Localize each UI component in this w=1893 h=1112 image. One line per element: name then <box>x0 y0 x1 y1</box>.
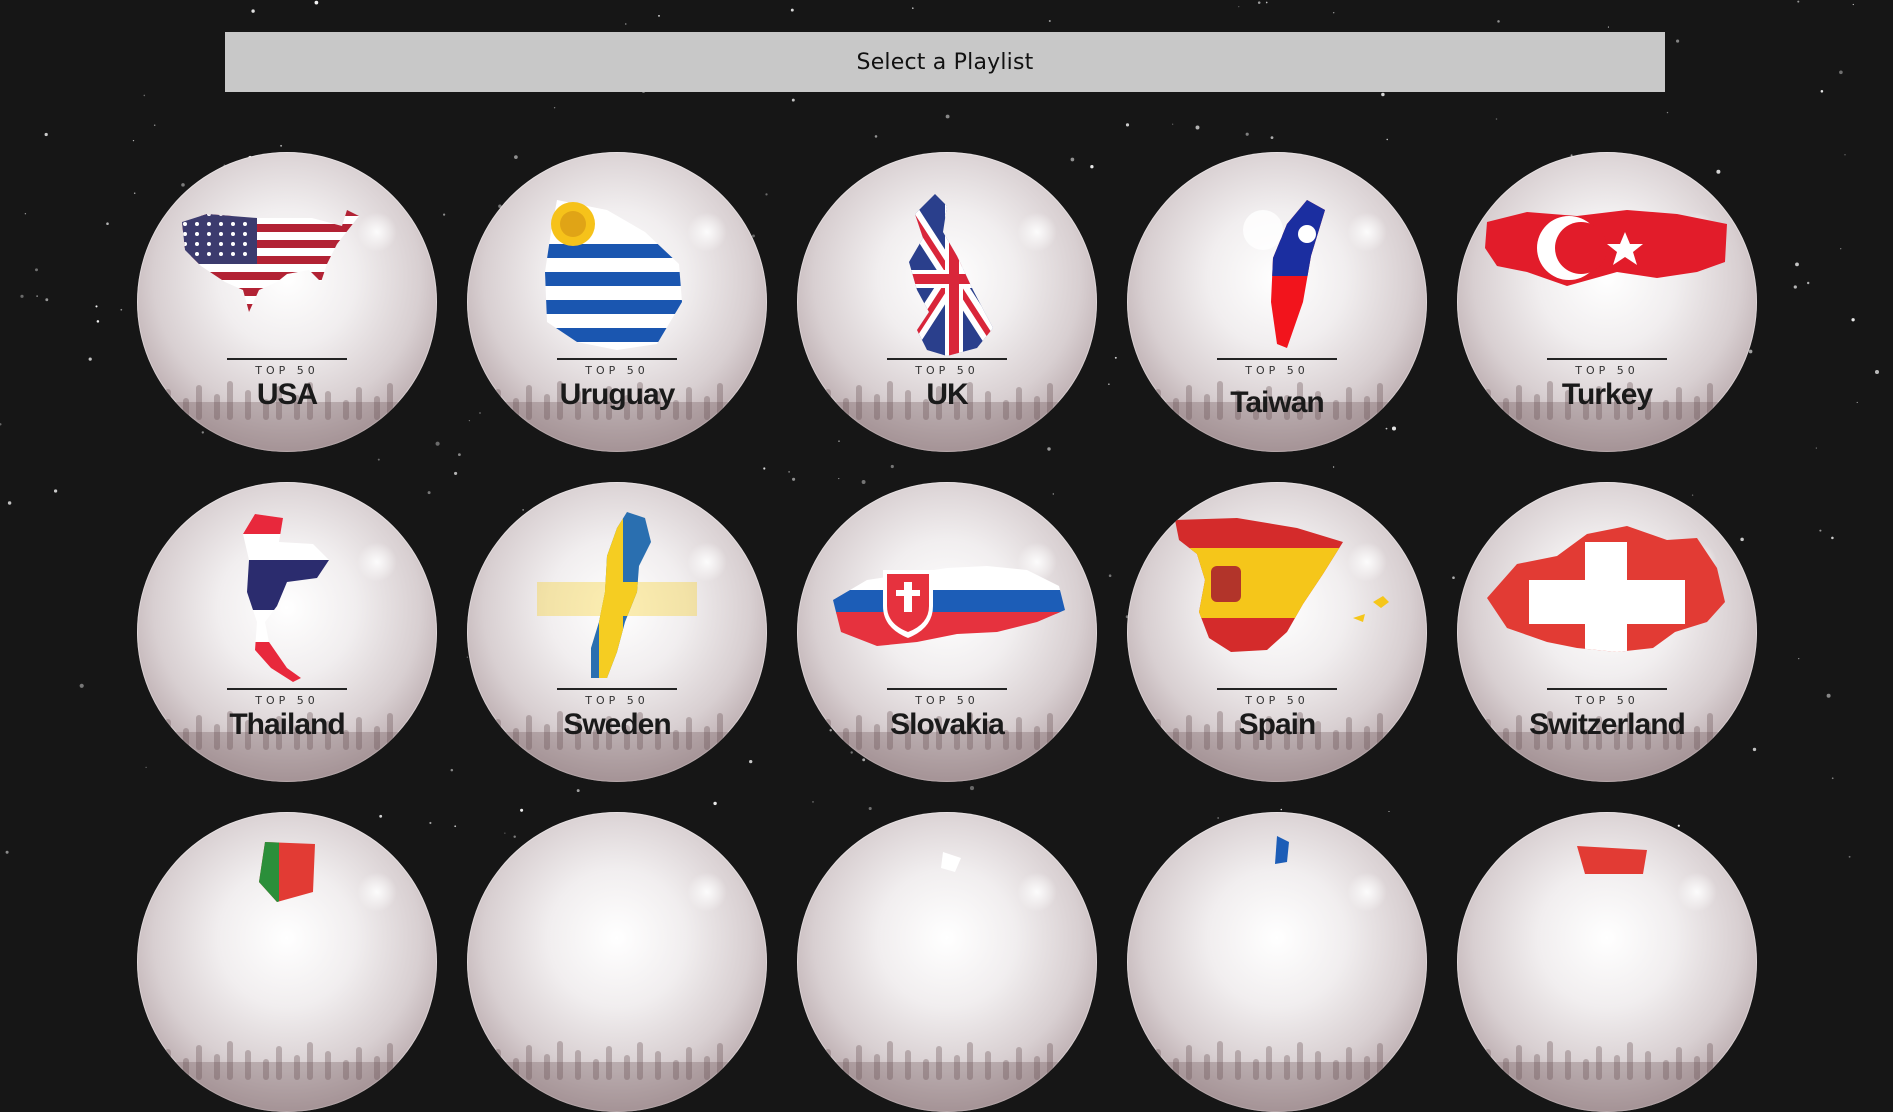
playlist-tile[interactable]: TOP 50 Switzerland <box>1457 482 1757 782</box>
label-divider <box>557 688 677 690</box>
label-divider <box>1217 688 1337 690</box>
playlist-tile[interactable]: TOP 50 Sweden <box>467 482 767 782</box>
playlist-tile[interactable]: TOP 50 Thailand <box>137 482 437 782</box>
unknown-map-flag <box>467 812 767 1112</box>
top50-label: TOP 50 <box>585 694 649 707</box>
label-divider <box>887 688 1007 690</box>
playlist-tile[interactable]: TOP 50 Slovakia <box>797 482 1097 782</box>
playlist-tile[interactable]: TOP 50 USA <box>137 152 437 452</box>
label-divider <box>557 358 677 360</box>
playlist-grid: TOP 50 USA TOP 50 Uruguay TOP 50 UK TOP 50 T… <box>0 0 1893 1112</box>
playlist-country-name: Taiwan <box>1230 386 1324 419</box>
top50-label: TOP 50 <box>915 694 979 707</box>
playlist-tile[interactable] <box>467 812 767 1112</box>
playlist-country-name: Turkey <box>1561 378 1653 411</box>
playlist-tile[interactable]: TOP 50 UK <box>797 152 1097 452</box>
playlist-tile[interactable] <box>797 812 1097 1112</box>
playlist-tile[interactable]: TOP 50 Turkey <box>1457 152 1757 452</box>
playlist-tile[interactable]: TOP 50 Taiwan <box>1127 152 1427 452</box>
unknown-map-flag <box>1275 836 1289 864</box>
top50-label: TOP 50 <box>1575 364 1639 377</box>
playlist-country-name: USA <box>256 378 318 411</box>
label-divider <box>227 358 347 360</box>
unknown-map-flag <box>1577 846 1647 874</box>
top50-label: TOP 50 <box>255 364 319 377</box>
playlist-tile[interactable] <box>1127 812 1427 1112</box>
label-divider <box>887 358 1007 360</box>
top50-label: TOP 50 <box>585 364 649 377</box>
top50-label: TOP 50 <box>1245 364 1309 377</box>
label-divider <box>1547 688 1667 690</box>
top50-label: TOP 50 <box>1245 694 1309 707</box>
playlist-country-name: Spain <box>1238 708 1317 741</box>
playlist-country-name: Switzerland <box>1529 708 1686 741</box>
label-divider <box>1547 358 1667 360</box>
playlist-country-name: Sweden <box>563 708 671 741</box>
top50-label: TOP 50 <box>1575 694 1639 707</box>
label-divider <box>227 688 347 690</box>
playlist-tile[interactable] <box>137 812 437 1112</box>
playlist-country-name: Slovakia <box>890 708 1005 741</box>
playlist-tile[interactable]: TOP 50 Spain <box>1127 482 1427 782</box>
label-divider <box>1217 358 1337 360</box>
playlist-tile[interactable]: TOP 50 Uruguay <box>467 152 767 452</box>
unknown-map-flag <box>941 852 961 872</box>
playlist-country-name: Uruguay <box>559 378 676 411</box>
playlist-tile[interactable] <box>1457 812 1757 1112</box>
portugal-map-flag <box>259 842 315 902</box>
top50-label: TOP 50 <box>915 364 979 377</box>
playlist-country-name: Thailand <box>229 708 345 741</box>
top50-label: TOP 50 <box>255 694 319 707</box>
playlist-country-name: UK <box>926 378 968 411</box>
